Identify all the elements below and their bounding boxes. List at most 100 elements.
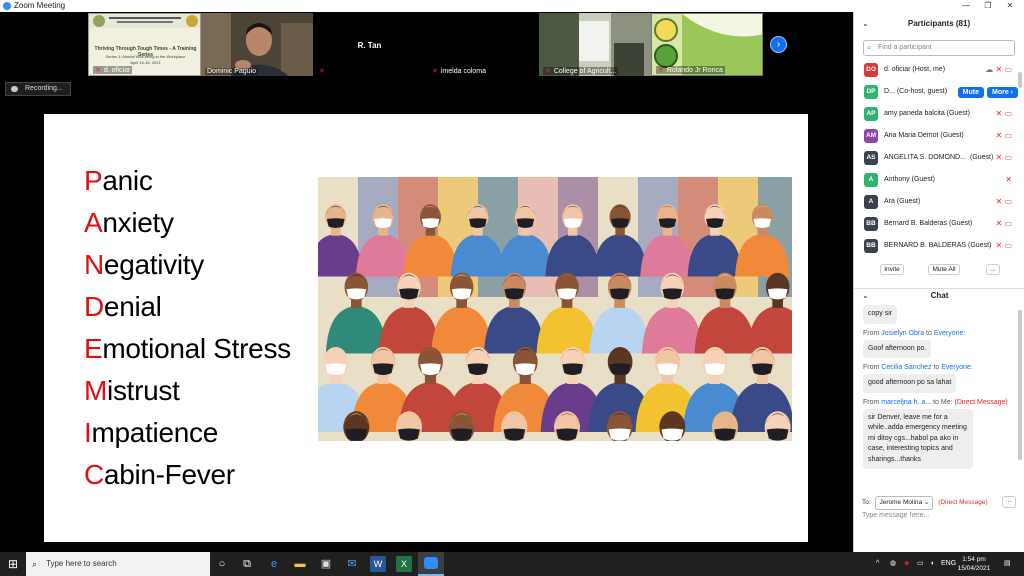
thumb-name: ✕ College of Agricult... [543,67,619,75]
task-view-icon[interactable]: ⧉ [239,556,255,572]
video-thumb[interactable]: ✕ imelda coloma [426,13,539,76]
maximize-button[interactable]: ❐ [977,0,999,12]
acronym-initial: C [84,459,104,490]
mail-icon[interactable]: ✉ [344,556,360,572]
chevron-down-icon[interactable]: ⌄ [862,12,869,36]
recording-indicator[interactable]: Recording... [5,82,71,96]
chat-scrollbar[interactable] [1018,310,1022,460]
avatar: AM [864,129,878,143]
video-off-icon: ▭ [1004,241,1012,250]
participant-name: amy paneda balcita (Guest) [884,110,970,117]
participant-row[interactable]: AM Ana Maria Demot (Guest) ✕ ▭ [854,125,1024,147]
more-participant-button[interactable]: More › [987,87,1018,98]
store-icon[interactable]: ▣ [318,556,334,572]
video-off-icon: ▭ [1004,131,1012,140]
muted-mic-icon: ✕ [658,67,664,74]
participant-status-icons: ☁ ✕ ▭ [985,59,1012,81]
windows-start-icon[interactable]: ⊞ [0,552,26,576]
mute-all-button[interactable]: Mute All [928,264,960,275]
network-icon[interactable]: ▭ [917,552,924,576]
participant-row[interactable]: BB BERNARD B. BALDERAS (Guest) ✕ ▭ [854,235,1024,257]
crowd-illustration-svg [318,177,792,441]
muted-mic-icon: ✕ [545,68,551,75]
muted-mic-icon: ✕ [995,197,1003,206]
cloud-record-icon [11,86,18,92]
video-thumb[interactable]: Dominic Paguio [201,13,313,76]
video-thumb[interactable]: ✕ Rolando Jr Ronca [651,13,763,76]
chevron-right-icon[interactable]: › [770,36,787,53]
avatar: DO [864,63,878,77]
chat-sender-line: From Cecilia Sanchez to Everyone: [863,364,973,371]
muted-mic-icon: ✕ [995,219,1003,228]
chat-more-button[interactable]: ··· [1001,496,1016,508]
participant-search-placeholder: Find a participant [878,44,932,51]
more-options-button[interactable]: ... [986,264,1000,275]
minimize-button[interactable]: — [955,0,977,12]
avatar: AS [864,151,878,165]
participant-row[interactable]: DO d. oficiar (Host, me) ☁ ✕ ▭ [854,59,1024,81]
participants-title: Participants (81) [907,19,971,28]
thumb-mic: ✕ [317,67,330,75]
participant-status-icons: ✕ ▭ [996,125,1013,147]
video-thumb[interactable]: ✕ College of Agricult... [539,13,651,76]
video-off-icon: ▭ [1004,219,1012,228]
video-thumb[interactable]: Thriving Through Tough Times - A Trainin… [88,13,201,76]
edge-browser-icon[interactable]: e [266,556,282,572]
close-window-button[interactable]: ✕ [999,0,1021,12]
excel-icon[interactable]: X [396,556,412,572]
thumb-name: ✕ Rolando Jr Ronca [656,66,725,74]
muted-mic-icon: ✕ [995,241,1003,250]
participants-footer: Invite Mute All ... [854,260,1024,278]
chat-sender-line: From Josielyn Obra to Everyone: [863,329,966,337]
zoom-taskbar-button[interactable] [418,552,444,576]
participant-row[interactable]: A Anthony (Guest) ✕ [854,169,1024,191]
recipient-select[interactable]: Jerome Molina ⌄ [875,496,934,510]
participants-header: ⌄ Participants (81) [854,12,1024,36]
muted-mic-icon: ✕ [995,153,1003,162]
mute-participant-button[interactable]: Mute [957,87,984,98]
acronym-word: abin-Fever [103,459,235,490]
acronym-line: Negativity [84,244,291,286]
file-explorer-icon[interactable]: ▬ [292,556,308,572]
recording-label: Recording... [25,85,63,92]
notifications-icon[interactable]: ▤ [1004,552,1011,576]
word-icon[interactable]: W [370,556,386,572]
chat-message: copy sir [863,305,1018,324]
volume-icon[interactable]: ◖ [930,552,934,576]
video-thumb[interactable]: R. Tan ✕ [313,13,426,76]
participant-row[interactable]: AP amy paneda balcita (Guest) ✕ ▭ [854,103,1024,125]
speaker-video-image [201,13,313,76]
tray-chevron-icon[interactable]: ^ [876,552,879,576]
chevron-down-icon[interactable]: ⌄ [862,289,869,303]
acronym-initial: M [84,375,108,406]
tray-security-icon[interactable]: ◈ [904,552,909,576]
chat-recipient-row: To: Jerome Molina ⌄ (Direct Message) ··· [862,496,1022,510]
acronym-word: enial [103,291,162,322]
invite-button[interactable]: Invite [880,264,904,275]
acronym-line: Impatience [84,412,291,454]
acronym-line: Panic [84,160,291,202]
participant-name: Anthony (Guest) [884,176,935,183]
chat-sender-line: From marceljna h. a... to Me: (Direct Me… [863,398,1008,406]
video-off-icon: ▭ [1004,109,1012,118]
participant-search-input[interactable]: ⌕ Find a participant [863,40,1015,56]
participant-row[interactable]: BB Bernard B. Balderas (Guest) ✕ ▭ [854,213,1024,235]
taskbar-clock[interactable]: 1:54 pm 15/04/2021 [952,555,996,573]
chat-message-input[interactable]: Type message here... [862,512,929,519]
chat-bubble: sir Denver, leave me for a while..adda e… [863,408,973,469]
participant-status-icons: ✕ ▭ [996,147,1013,169]
participant-row[interactable]: AS ANGELITA S. DOMOND... (Guest) ✕ ▭ [854,147,1024,169]
acronym-word: mpatience [91,417,218,448]
participant-row[interactable]: A Ara (Guest) ✕ ▭ [854,191,1024,213]
video-off-icon: ▭ [1004,197,1012,206]
chat-bubble: Goof afternoon po. [863,339,932,358]
taskbar-search-input[interactable]: ⌕ Type here to search [26,552,210,576]
participant-name: Ara (Guest) [884,198,921,205]
acronym-initial: N [84,249,104,280]
acronym-word: anic [102,165,153,196]
participants-scrollbar[interactable] [1018,72,1022,88]
participant-row[interactable]: DP D... (Co-host, guest) Mute More › [854,81,1024,103]
crowd-illustration [318,177,792,441]
tray-app-icon[interactable]: ◍ [890,552,896,576]
cortana-icon[interactable]: ○ [214,556,230,572]
